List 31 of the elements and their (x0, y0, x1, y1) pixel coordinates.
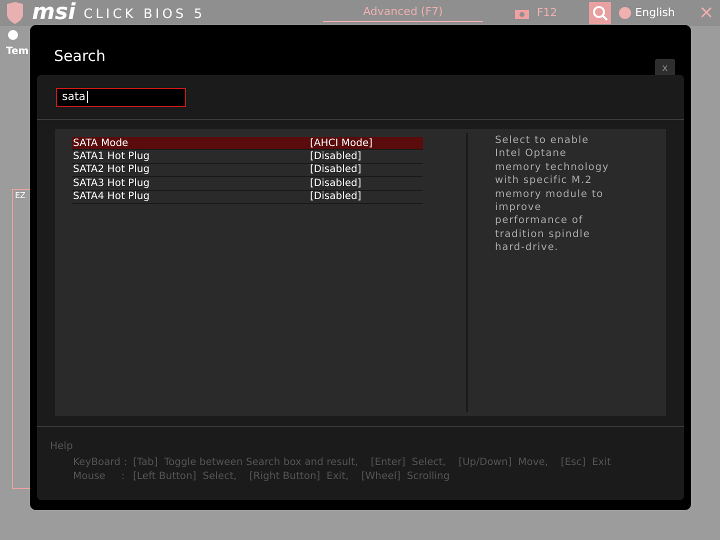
setting-value: [AHCI Mode] (310, 136, 373, 151)
help-line-label: KeyBoard : (73, 456, 128, 470)
setting-name: SATA2 Hot Plug (72, 163, 151, 178)
dialog-title: Search (54, 46, 106, 66)
setting-value: [Disabled] (310, 150, 362, 164)
help-line-text: [Tab] Toggle between Search box and result, [Enter] Select, [Up/Down] Move, [Esc] Exit (133, 456, 611, 470)
search-field[interactable]: sata (56, 88, 186, 106)
setting-name: SATA1 Hot Plug (72, 150, 151, 164)
setting-value: [Disabled] (310, 176, 362, 191)
help-title: Help (50, 440, 74, 454)
search-icon[interactable] (589, 2, 612, 24)
result-row[interactable]: SATA3 Hot Plug [Disabled] (72, 177, 423, 191)
setting-value: [Disabled] (310, 163, 362, 178)
help-line-label: Mouse : (73, 470, 126, 484)
brand-logo-text: msi (32, 2, 76, 24)
result-row[interactable]: SATA2 Hot Plug [Disabled] (72, 164, 423, 178)
camera-icon[interactable] (514, 8, 529, 18)
product-title: CLICK BIOS 5 (84, 6, 206, 24)
result-row[interactable]: SATA4 Hot Plug [Disabled] (72, 190, 423, 204)
result-row[interactable]: SATA Mode [AHCI Mode] (72, 137, 423, 150)
setting-value: [Disabled] (310, 190, 362, 204)
help-line-text: [Left Button] Select, [Right Button] Exit, [Wheel] Scrolling (133, 470, 450, 484)
temperature-label: Tem (6, 45, 29, 59)
result-row[interactable]: SATA1 Hot Plug [Disabled] (72, 150, 423, 164)
setting-name: SATA3 Hot Plug (72, 176, 151, 191)
help-description: Select to enable Intel Optane memory technology with specific M.2 memory module to improve performance of tradition spindle hard-drive. (495, 134, 610, 256)
shield-logo-icon (6, 2, 24, 24)
text-cursor (86, 91, 88, 103)
setting-name: SATA Mode (72, 136, 130, 151)
ez-mode-label: EZ (15, 190, 27, 202)
setting-name: SATA4 Hot Plug (72, 190, 151, 204)
